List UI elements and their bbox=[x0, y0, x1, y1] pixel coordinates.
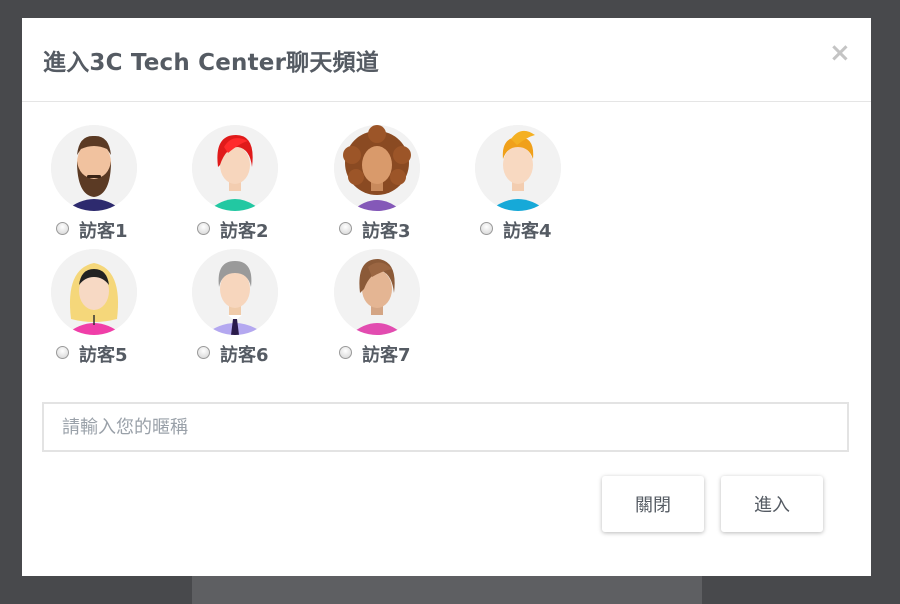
bearded-man-avatar-icon[interactable] bbox=[51, 125, 137, 211]
avatar-label-1: 訪客1 bbox=[79, 221, 128, 242]
avatar-radio-4[interactable] bbox=[480, 222, 493, 235]
avatar-radio-1[interactable] bbox=[56, 222, 69, 235]
avatar-radio-2[interactable] bbox=[197, 222, 210, 235]
avatar-radio-6[interactable] bbox=[197, 346, 210, 359]
gray-hair-man-avatar-icon[interactable] bbox=[192, 249, 278, 335]
avatar-radio-5[interactable] bbox=[56, 346, 69, 359]
red-hair-woman-avatar-icon[interactable] bbox=[192, 125, 278, 211]
avatar-radio-7[interactable] bbox=[339, 346, 352, 359]
avatar-label-6: 訪客6 bbox=[220, 345, 269, 366]
avatar-label-4: 訪客4 bbox=[503, 221, 552, 242]
enter-button[interactable]: 進入 bbox=[721, 476, 823, 532]
avatar-label-2: 訪客2 bbox=[220, 221, 269, 242]
close-icon[interactable]: × bbox=[829, 38, 851, 68]
avatar-option-6[interactable]: 訪客6 bbox=[185, 249, 295, 367]
close-button[interactable]: 關閉 bbox=[602, 476, 704, 532]
avatar-label-5: 訪客5 bbox=[79, 345, 128, 366]
avatar-option-4[interactable]: 訪客4 bbox=[468, 125, 578, 243]
avatar-label-3: 訪客3 bbox=[362, 221, 411, 242]
avatar-option-7[interactable]: 訪客7 bbox=[327, 249, 437, 367]
avatar-option-2[interactable]: 訪客2 bbox=[185, 125, 295, 243]
orange-hair-man-avatar-icon[interactable] bbox=[475, 125, 561, 211]
avatar-option-3[interactable]: 訪客3 bbox=[327, 125, 437, 243]
hijab-woman-avatar-icon[interactable] bbox=[51, 249, 137, 335]
curly-hair-woman-avatar-icon[interactable] bbox=[334, 125, 420, 211]
avatar-option-5[interactable]: 訪客5 bbox=[44, 249, 154, 367]
background-page-strip bbox=[192, 576, 702, 604]
avatar-label-7: 訪客7 bbox=[362, 345, 411, 366]
avatar-option-1[interactable]: 訪客1 bbox=[44, 125, 154, 243]
nickname-input[interactable] bbox=[42, 402, 849, 452]
modal-title: 進入3C Tech Center聊天頻道 bbox=[43, 50, 379, 76]
brown-hair-woman-avatar-icon[interactable] bbox=[334, 249, 420, 335]
modal-header: 進入3C Tech Center聊天頻道 × bbox=[22, 18, 871, 102]
chat-join-modal: 進入3C Tech Center聊天頻道 × 訪客1 訪客2 訪客3 訪客4 訪… bbox=[22, 18, 871, 576]
avatar-radio-3[interactable] bbox=[339, 222, 352, 235]
